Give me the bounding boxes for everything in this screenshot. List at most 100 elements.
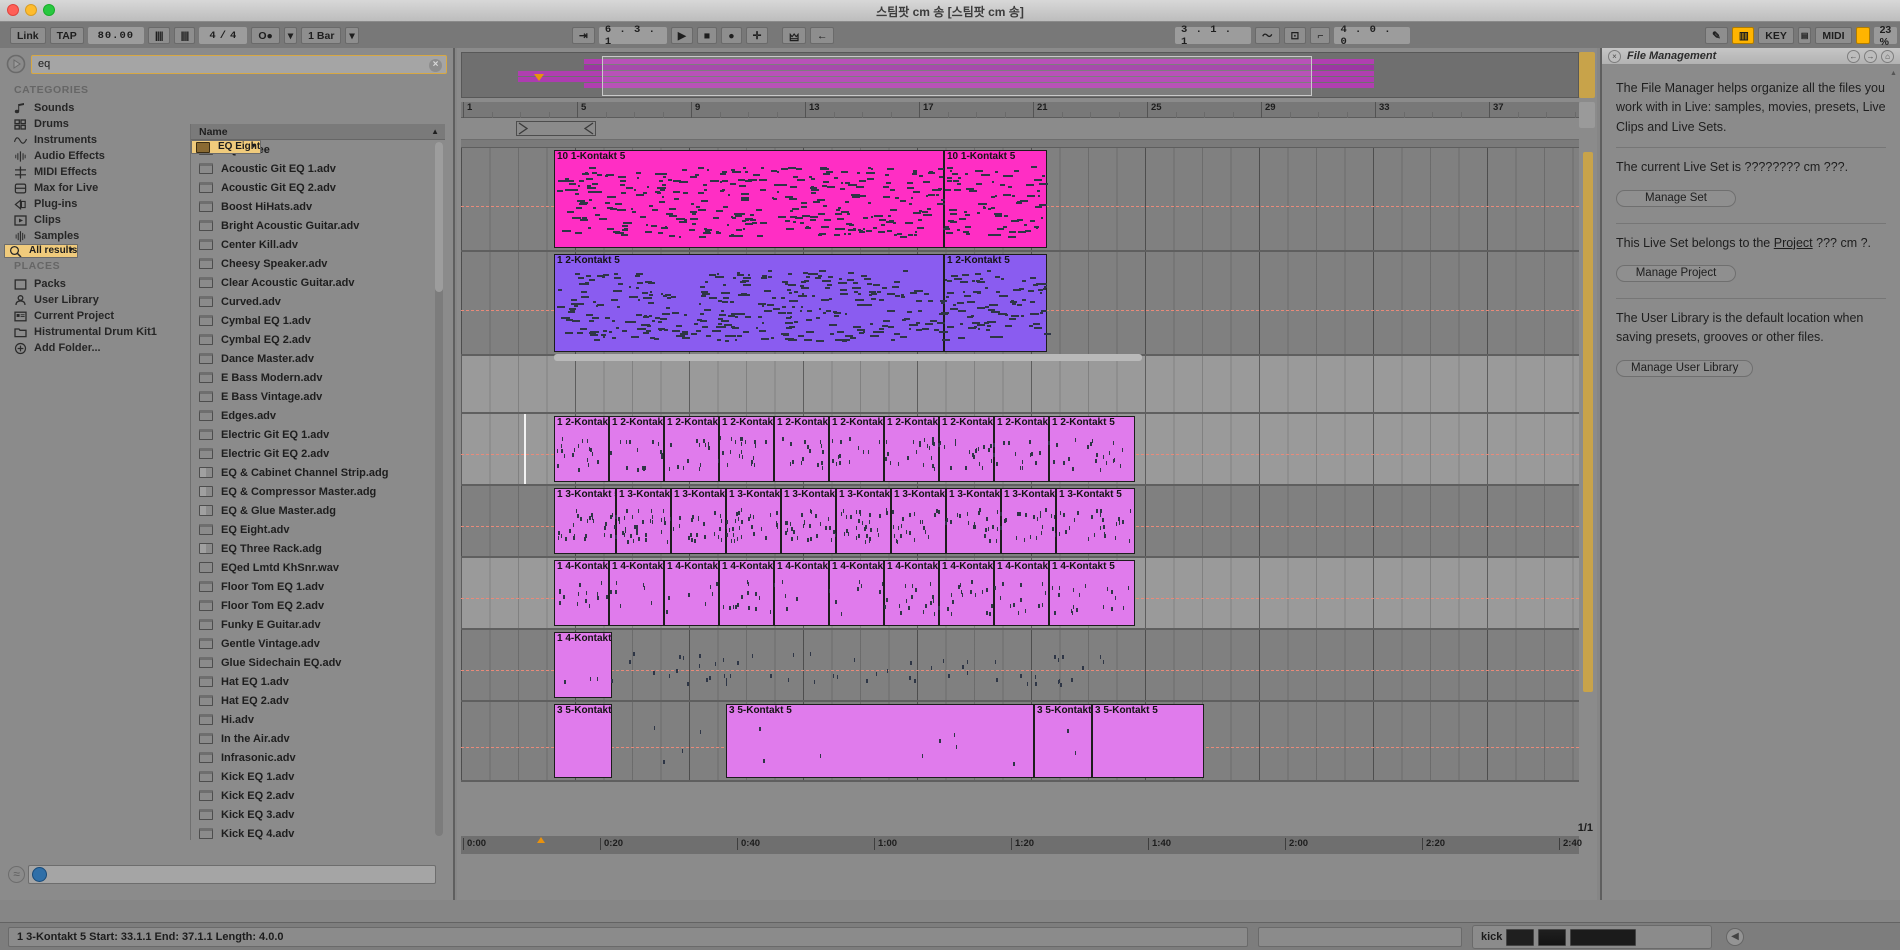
- sidebar-item-max-for-live[interactable]: Max for Live: [4, 180, 200, 196]
- info-panel-scrollbar[interactable]: ▲: [1889, 70, 1898, 770]
- clip[interactable]: 1 4-Kontakt: [829, 560, 884, 626]
- list-item[interactable]: Cymbal EQ 1.adv: [191, 311, 445, 330]
- clip[interactable]: 1 2-Kontakt: [884, 416, 939, 482]
- place-item-packs[interactable]: Packs: [4, 276, 200, 292]
- tap-tempo-button[interactable]: TAP: [50, 27, 84, 44]
- list-item[interactable]: Hat EQ 1.adv: [191, 672, 445, 691]
- clip[interactable]: 1 4-Kontakt: [719, 560, 774, 626]
- time-ruler[interactable]: 0:00 0:20 0:40 1:00 1:20 1:40 2:00 2:20 2:40: [461, 836, 1579, 854]
- list-item[interactable]: Center Kill.adv: [191, 235, 445, 254]
- loop-brace[interactable]: [516, 121, 596, 136]
- draw-mode-icon[interactable]: ✎: [1705, 27, 1728, 44]
- punch-in-button[interactable]: 〜: [1255, 27, 1280, 44]
- clip[interactable]: 3 5-Kontakt: [554, 704, 612, 778]
- clip[interactable]: 1 2-Kontakt 5: [554, 254, 944, 352]
- track-lane[interactable]: [461, 356, 1579, 414]
- sidebar-item-midi-effects[interactable]: MIDI Effects: [4, 164, 200, 180]
- clip[interactable]: 1 4-Kontakt: [664, 560, 719, 626]
- metronome-toggle[interactable]: O●: [251, 27, 280, 44]
- tempo-field[interactable]: 80.00: [88, 27, 144, 44]
- clip[interactable]: 1 3-Kontakt 5: [554, 488, 616, 554]
- arrangement-scroll-thumb[interactable]: [1583, 152, 1593, 692]
- sidebar-item-plug-ins[interactable]: Plug-ins: [4, 196, 200, 212]
- clip[interactable]: 1 3-Kontakt: [836, 488, 891, 554]
- follow-button[interactable]: ⇥: [572, 27, 595, 44]
- place-item-histrumental-drum-kit1[interactable]: Histrumental Drum Kit1: [4, 324, 200, 340]
- file-list-scrollbar[interactable]: [435, 142, 443, 836]
- list-item[interactable]: Edges.adv: [191, 406, 445, 425]
- punch-out-button[interactable]: ⌐: [1310, 27, 1330, 44]
- clip[interactable]: 1 3-Kontakt: [616, 488, 671, 554]
- list-item[interactable]: Glue Sidechain EQ.adv: [191, 653, 445, 672]
- clear-search-icon[interactable]: ×: [429, 59, 442, 72]
- re-enable-automation-button[interactable]: ←: [810, 27, 835, 44]
- manage-set-button[interactable]: Manage Set: [1616, 190, 1736, 207]
- list-item[interactable]: Kick EQ 4.adv: [191, 824, 445, 840]
- manage-project-button[interactable]: Manage Project: [1616, 265, 1736, 282]
- sidebar-item-instruments[interactable]: Instruments: [4, 132, 200, 148]
- overview-viewport-box[interactable]: [602, 56, 1312, 96]
- scroll-up-icon[interactable]: ▲: [1889, 70, 1898, 79]
- loop-brace-lane[interactable]: [461, 118, 1579, 140]
- sidebar-item-clips[interactable]: Clips: [4, 212, 200, 228]
- clip[interactable]: 1 4-Kontakt 5: [1049, 560, 1135, 626]
- device-thumbnail-1[interactable]: [1506, 929, 1534, 946]
- midi-map-mode-button[interactable]: MIDI: [1815, 27, 1851, 44]
- place-item-user-library[interactable]: User Library: [4, 292, 200, 308]
- search-input[interactable]: eq ×: [31, 55, 447, 74]
- place-item-add-folder-[interactable]: Add Folder...: [4, 340, 200, 356]
- list-item[interactable]: Acoustic Git EQ 1.adv: [191, 159, 445, 178]
- computer-midi-keyboard-button[interactable]: ▥: [1732, 27, 1754, 44]
- list-item[interactable]: EQ & Compressor Master.adg: [191, 482, 445, 501]
- device-chain-strip[interactable]: kick: [1472, 925, 1712, 949]
- clip[interactable]: 1 3-Kontakt: [1001, 488, 1056, 554]
- list-item[interactable]: Electric Git EQ 1.adv: [191, 425, 445, 444]
- back-icon[interactable]: ←: [1847, 50, 1860, 63]
- list-item[interactable]: EQ & Cabinet Channel Strip.adg: [191, 463, 445, 482]
- forward-icon[interactable]: →: [1864, 50, 1877, 63]
- list-item[interactable]: Curved.adv: [191, 292, 445, 311]
- arrangement-start-marker[interactable]: [534, 74, 544, 81]
- clip[interactable]: 1 3-Kontakt 5: [1056, 488, 1135, 554]
- preview-waveform-icon[interactable]: ≈: [8, 866, 25, 883]
- clip[interactable]: 1 2-Kontakt: [774, 416, 829, 482]
- time-signature-numerator[interactable]: 4: [209, 30, 216, 42]
- list-item[interactable]: In the Air.adv: [191, 729, 445, 748]
- link-button[interactable]: Link: [10, 27, 46, 44]
- clip[interactable]: 10 1-Kontakt 5: [944, 150, 1047, 248]
- list-item[interactable]: Electric Git EQ 2.adv: [191, 444, 445, 463]
- clip[interactable]: 1 4-Kontakt: [994, 560, 1049, 626]
- preview-bar[interactable]: [28, 865, 436, 884]
- loop-length-field[interactable]: 4 . 0 . 0: [1334, 27, 1410, 44]
- bar-ruler[interactable]: 159131721252933374145495357: [461, 102, 1579, 118]
- time-signature-denominator[interactable]: 4: [230, 30, 237, 42]
- list-item[interactable]: Boost HiHats.adv: [191, 197, 445, 216]
- browser-preview-play-icon[interactable]: [3, 53, 29, 75]
- arrangement-position-field[interactable]: 6 . 3 . 1: [599, 27, 667, 44]
- track-lane[interactable]: 10 1-Kontakt 5 10 1-Kontakt 5: [461, 148, 1579, 252]
- overview-zoom-handle[interactable]: [1579, 102, 1595, 128]
- device-slot-empty[interactable]: [1258, 927, 1462, 947]
- list-item[interactable]: Acoustic Git EQ 2.adv: [191, 178, 445, 197]
- clip[interactable]: 1 2-Kontakt: [719, 416, 774, 482]
- place-item-current-project[interactable]: Current Project: [4, 308, 200, 324]
- list-item[interactable]: Bright Acoustic Guitar.adv: [191, 216, 445, 235]
- sort-direction-icon[interactable]: ▲: [431, 127, 439, 136]
- list-item[interactable]: E Bass Modern.adv: [191, 368, 445, 387]
- list-item[interactable]: Kick EQ 2.adv: [191, 786, 445, 805]
- clip[interactable]: 1 3-Kontakt: [781, 488, 836, 554]
- clip[interactable]: 1 3-Kontakt: [726, 488, 781, 554]
- sidebar-item-all-results[interactable]: All results: [4, 244, 78, 258]
- manage-user-library-button[interactable]: Manage User Library: [1616, 360, 1753, 377]
- quantization-dropdown-arrow[interactable]: ▾: [345, 27, 358, 44]
- quantization-selector[interactable]: 1 Bar: [301, 27, 341, 44]
- list-item[interactable]: Funky E Guitar.adv: [191, 615, 445, 634]
- track-lane[interactable]: 1 3-Kontakt 51 3-Kontakt 1 3-Kontakt 1 3-K…: [461, 486, 1579, 558]
- loop-toggle-button[interactable]: ⊡: [1284, 27, 1307, 44]
- device-thumbnail-eq-eight[interactable]: [1570, 929, 1636, 946]
- scrub-area[interactable]: [461, 140, 1579, 148]
- clip[interactable]: 1 2-Kontakt 5: [1049, 416, 1135, 482]
- clip[interactable]: 1 4-Kontakt: [939, 560, 994, 626]
- track-lane[interactable]: 1 2-Kontakt 1 2-Kontakt 1 2-Kontakt 1 2-Kon…: [461, 414, 1579, 486]
- list-item[interactable]: Dance Master.adv: [191, 349, 445, 368]
